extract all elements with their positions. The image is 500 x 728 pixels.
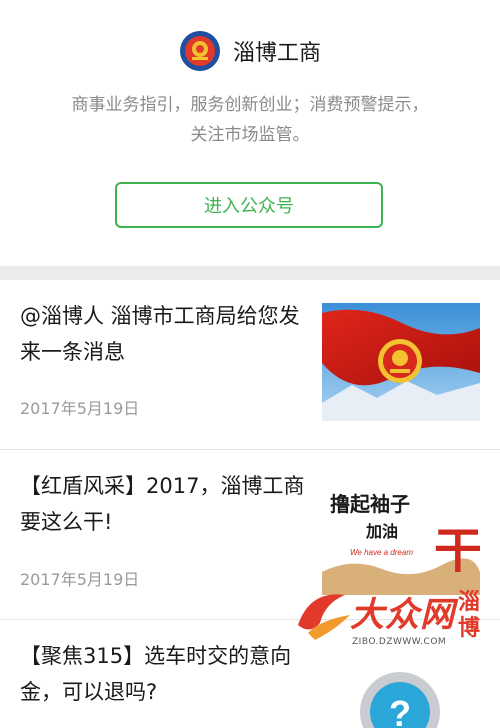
account-logo-icon	[179, 30, 221, 72]
article-title: 【聚焦315】选车时交的意向金，可以退吗?	[20, 644, 292, 704]
article-date: 2017年5月19日	[20, 399, 140, 418]
thumb-text-main: 撸起袖子	[330, 492, 410, 516]
watermark-url: ZIBO.DZWWW.COM	[352, 637, 447, 647]
thumb-text-en: We have a dream	[350, 548, 413, 557]
account-brand[interactable]: 淄博工商	[0, 30, 500, 72]
article-thumbnail: 撸起袖子 加油 We have a dream 干	[322, 477, 480, 595]
article-thumbnail	[322, 303, 480, 421]
svg-text:?: ?	[389, 693, 411, 728]
watermark: 大众网 淄博 ZIBO.DZWWW.COM	[290, 585, 500, 655]
account-description-line: 关注市场监管。	[190, 125, 310, 145]
thumb-text-big: 干	[434, 525, 480, 578]
watermark-logo-text: 大众网	[350, 595, 455, 635]
enter-account-button[interactable]: 进入公众号	[115, 182, 383, 228]
account-header: 淄博工商 商事业务指引，服务创新创业；消费预警提示， 关注市场监管。 进入公众号	[0, 0, 500, 266]
section-divider	[0, 266, 500, 280]
account-description-line: 商事业务指引，服务创新创业；消费预警提示，	[71, 95, 429, 115]
account-name: 淄博工商	[232, 41, 321, 66]
article-date: 2017年5月19日	[20, 570, 140, 589]
thumb-text-sub: 加油	[365, 522, 398, 541]
article-item[interactable]: @淄博人 淄博市工商局给您发来一条消息 2017年5月19日	[0, 280, 500, 450]
article-title: @淄博人 淄博市工商局给您发来一条消息	[20, 304, 300, 364]
article-title: 【红盾风采】2017，淄博工商要这么干!	[20, 474, 305, 534]
account-description: 商事业务指引，服务创新创业；消费预警提示， 关注市场监管。	[0, 90, 500, 150]
watermark-side-text: 淄博	[458, 589, 481, 641]
